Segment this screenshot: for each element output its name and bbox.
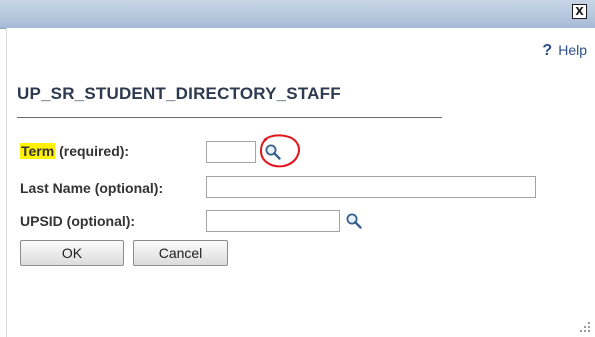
upsid-label: UPSID (optional): bbox=[20, 213, 136, 229]
annotation-circle bbox=[259, 134, 300, 168]
title-divider bbox=[17, 117, 442, 118]
upsid-lookup-icon[interactable] bbox=[345, 212, 363, 230]
help-link[interactable]: ? Help bbox=[542, 42, 587, 60]
close-button[interactable]: X bbox=[572, 4, 587, 19]
help-label: Help bbox=[558, 42, 587, 58]
last-name-label: Last Name (optional): bbox=[20, 180, 164, 196]
page-title: UP_SR_STUDENT_DIRECTORY_STAFF bbox=[17, 84, 341, 103]
ok-button[interactable]: OK bbox=[20, 240, 124, 266]
window-titlebar[interactable]: X bbox=[0, 0, 595, 29]
cancel-button[interactable]: Cancel bbox=[133, 240, 228, 266]
last-name-input[interactable] bbox=[206, 176, 536, 198]
resize-grip-icon[interactable] bbox=[579, 321, 591, 333]
term-label-main: Term bbox=[20, 143, 56, 159]
upsid-input[interactable] bbox=[206, 210, 340, 232]
term-input[interactable] bbox=[206, 141, 256, 163]
help-icon: ? bbox=[542, 42, 553, 59]
term-label: Term (required): bbox=[20, 143, 129, 159]
term-label-suffix: (required): bbox=[55, 143, 130, 159]
